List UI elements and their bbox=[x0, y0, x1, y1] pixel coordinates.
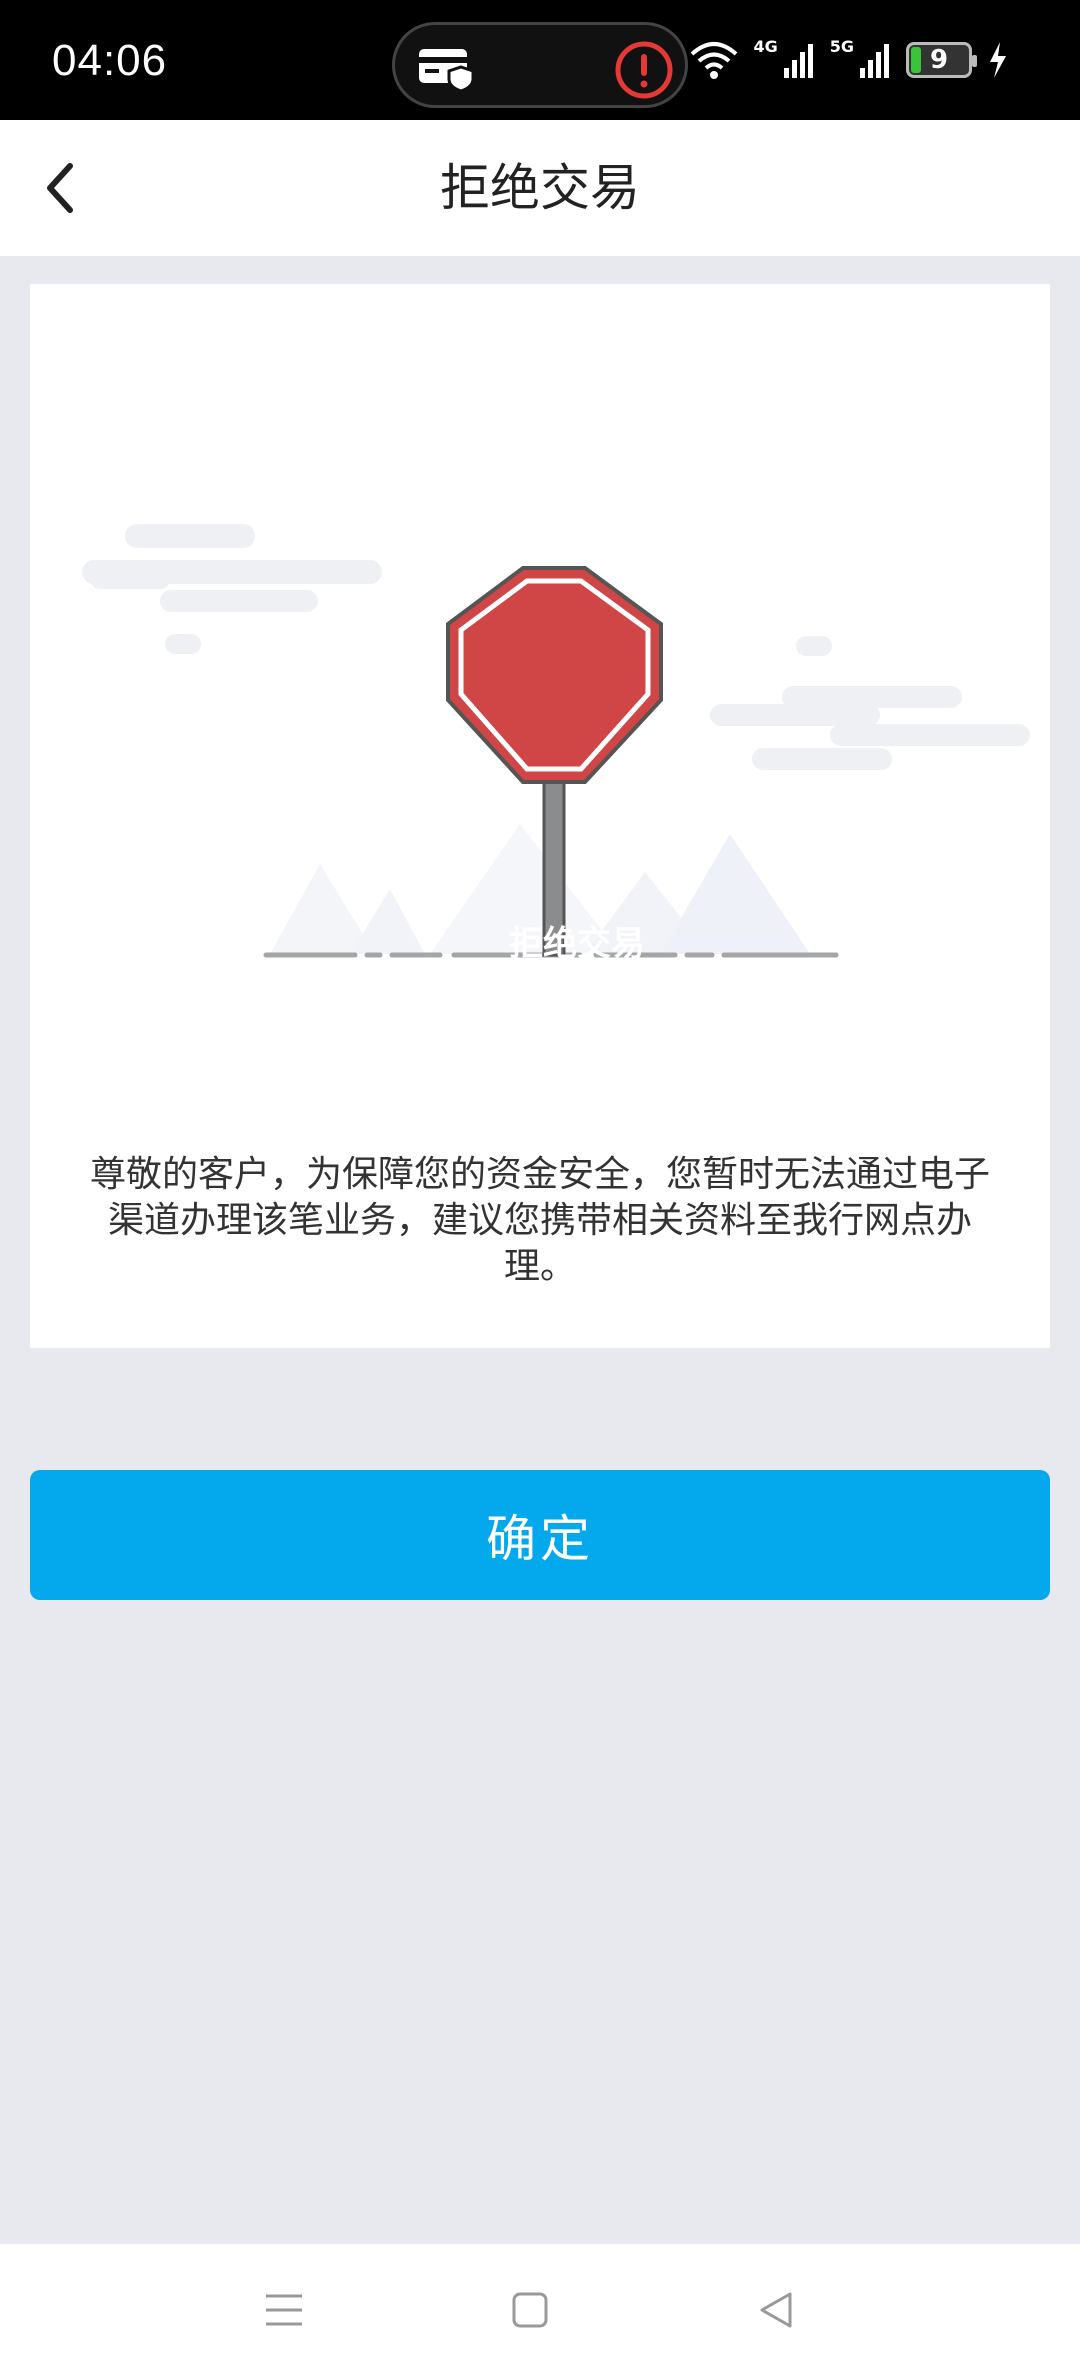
alert-icon bbox=[615, 41, 673, 99]
signal-icon bbox=[783, 44, 813, 78]
card-shield-icon bbox=[419, 49, 475, 91]
battery-icon: 9 bbox=[906, 42, 977, 78]
network-label-4g: 4G bbox=[753, 36, 778, 56]
chevron-left-icon bbox=[47, 163, 73, 213]
network-label-5g: 5G bbox=[829, 36, 854, 56]
back-button[interactable] bbox=[20, 150, 100, 226]
stop-sign bbox=[446, 566, 663, 784]
home-square-icon bbox=[512, 2292, 548, 2328]
charging-icon bbox=[990, 42, 1006, 78]
menu-icon bbox=[266, 2294, 302, 2326]
sign-text: 拒绝交易 bbox=[509, 924, 645, 964]
status-icons: 4G 5G 9 bbox=[689, 36, 1010, 80]
wifi-icon bbox=[691, 42, 738, 79]
home-button[interactable] bbox=[500, 2280, 560, 2340]
signal-icon bbox=[860, 44, 889, 78]
status-time: 04:06 bbox=[52, 36, 168, 85]
status-pill bbox=[392, 22, 688, 108]
confirm-button[interactable]: 确定 bbox=[30, 1470, 1050, 1600]
back-triangle-icon bbox=[760, 2292, 792, 2328]
status-bar: 04:06 4G 5G 9 bbox=[0, 0, 1080, 120]
rejection-card: 拒绝交易 尊敬的客户，为保障您的资金安全，您暂时无法通过电子渠道办理该笔业务，建… bbox=[30, 284, 1050, 1348]
system-nav-bar bbox=[0, 2244, 1080, 2376]
menu-button[interactable] bbox=[254, 2280, 314, 2340]
page-title: 拒绝交易 bbox=[440, 159, 640, 217]
cloud-right bbox=[710, 636, 1030, 770]
cloud-left bbox=[82, 524, 382, 654]
app-header: 拒绝交易 bbox=[0, 120, 1080, 256]
nav-back-button[interactable] bbox=[746, 2280, 806, 2340]
battery-level: 9 bbox=[929, 45, 949, 75]
rejection-message: 尊敬的客户，为保障您的资金安全，您暂时无法通过电子渠道办理该笔业务，建议您携带相… bbox=[89, 1154, 990, 1287]
